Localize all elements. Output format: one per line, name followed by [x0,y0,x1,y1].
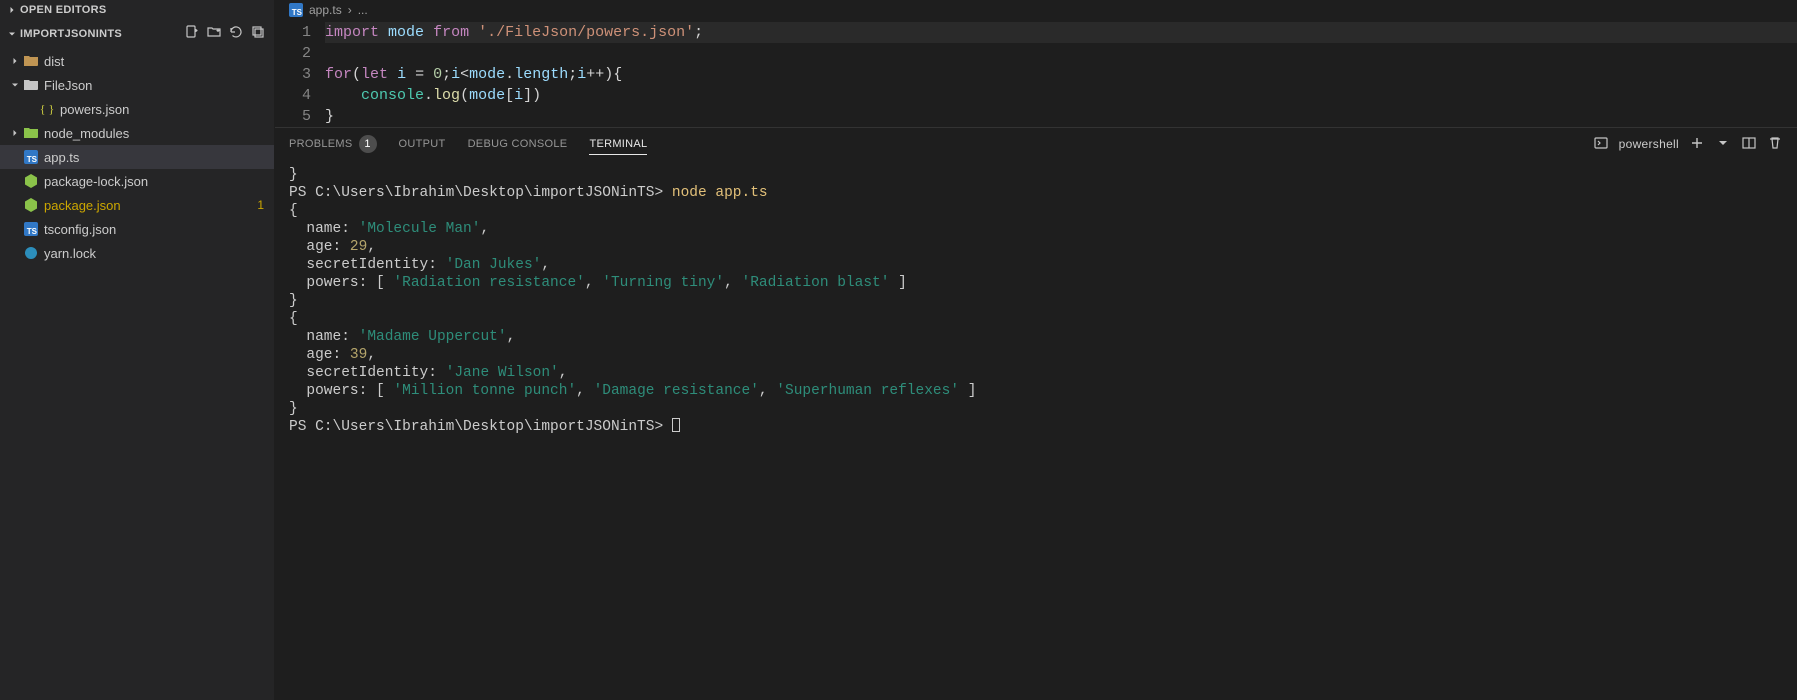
tab-terminal-label: TERMINAL [589,138,647,150]
code-editor[interactable]: 12345 import mode from './FileJson/power… [275,20,1797,127]
sidebar-actions [184,24,266,43]
breadcrumb-file: app.ts [309,3,342,17]
file-icon [22,197,40,213]
file-item-package-lock.json[interactable]: package-lock.json [0,169,274,193]
tab-debug-label: DEBUG CONSOLE [468,138,568,150]
tree-item-label: package.json [44,198,257,213]
file-item-tsconfig.json[interactable]: TS tsconfig.json [0,217,274,241]
chevron-down-icon [8,79,22,91]
tree-item-label: powers.json [60,102,274,117]
new-terminal-icon[interactable] [1689,135,1705,154]
new-folder-icon[interactable] [206,24,222,43]
panel-tabs: PROBLEMS 1 OUTPUT DEBUG CONSOLE TERMINAL… [275,128,1797,160]
split-terminal-icon[interactable] [1741,135,1757,154]
tab-output[interactable]: OUTPUT [399,134,446,154]
chevron-right-icon [4,4,20,16]
bottom-panel: PROBLEMS 1 OUTPUT DEBUG CONSOLE TERMINAL… [275,127,1797,700]
kill-terminal-icon[interactable] [1767,135,1783,154]
refresh-icon[interactable] [228,24,244,43]
tree-item-label: node_modules [44,126,274,141]
tree-item-label: package-lock.json [44,174,274,189]
folder-item-filejson[interactable]: FileJson [0,73,274,97]
tree-item-label: FileJson [44,78,274,93]
main-area: TS app.ts › ... 12345 import mode from '… [275,0,1797,700]
shell-label[interactable]: powershell [1619,137,1679,151]
terminal-dropdown-icon[interactable] [1715,135,1731,154]
open-editors-header[interactable]: OPEN EDITORS [0,0,274,20]
breadcrumb[interactable]: TS app.ts › ... [275,0,1797,20]
tab-terminal[interactable]: TERMINAL [589,134,647,155]
terminal-output[interactable]: } PS C:\Users\Ibrahim\Desktop\importJSON… [275,160,1797,442]
sidebar: OPEN EDITORS IMPORTJSONINTS dist FileJson… [0,0,275,700]
file-item-yarn.lock[interactable]: yarn.lock [0,241,274,265]
file-icon: { } [38,102,56,117]
file-icon: TS [22,150,40,164]
problems-count: 1 [359,135,377,153]
tab-debug-console[interactable]: DEBUG CONSOLE [468,134,568,154]
tab-problems[interactable]: PROBLEMS 1 [289,131,377,157]
panel-actions: powershell [1593,135,1783,154]
launch-profile-icon[interactable] [1593,135,1609,154]
tab-problems-label: PROBLEMS [289,138,353,150]
chevron-down-icon [4,28,20,40]
tree-item-label: dist [44,54,274,69]
typescript-icon: TS [289,3,303,17]
breadcrumb-sep: › [348,3,352,17]
file-icon [22,77,40,93]
collapse-all-icon[interactable] [250,24,266,43]
folder-item-dist[interactable]: dist [0,49,274,73]
tree-item-label: app.ts [44,150,274,165]
file-item-app.ts[interactable]: TS app.ts [0,145,274,169]
chevron-right-icon [8,55,22,67]
file-icon [22,53,40,69]
breadcrumb-trail: ... [358,3,368,17]
project-header[interactable]: IMPORTJSONINTS [0,20,274,47]
file-icon [22,173,40,189]
modified-badge: 1 [257,198,264,212]
gutter: 12345 [275,20,325,127]
chevron-right-icon [8,127,22,139]
tab-output-label: OUTPUT [399,138,446,150]
file-item-package.json[interactable]: package.json1 [0,193,274,217]
folder-item-node_modules[interactable]: node_modules [0,121,274,145]
open-editors-label: OPEN EDITORS [20,4,107,16]
new-file-icon[interactable] [184,24,200,43]
file-icon [22,125,40,141]
code-area[interactable]: import mode from './FileJson/powers.json… [325,20,1797,127]
file-item-powers.json[interactable]: { } powers.json [0,97,274,121]
tree-item-label: yarn.lock [44,246,274,261]
file-icon [22,245,40,261]
app-root: OPEN EDITORS IMPORTJSONINTS dist FileJson… [0,0,1797,700]
tree-item-label: tsconfig.json [44,222,274,237]
project-label: IMPORTJSONINTS [20,28,122,40]
file-tree: dist FileJson { } powers.json node_modules TS… [0,47,274,267]
file-icon: TS [22,222,40,236]
